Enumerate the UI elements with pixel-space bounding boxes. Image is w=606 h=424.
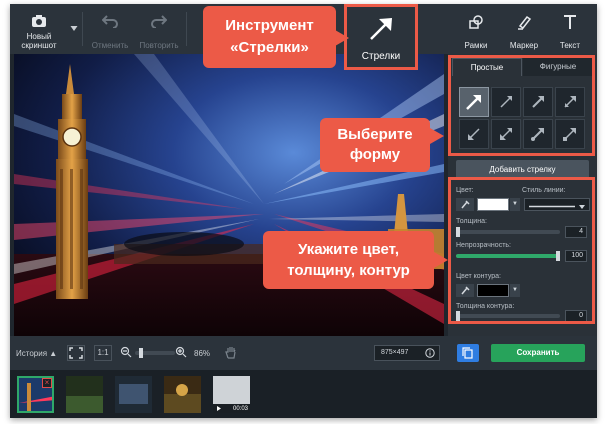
delete-thumb-icon[interactable]: ×	[42, 378, 52, 388]
toolbar-divider	[82, 12, 83, 46]
save-button[interactable]: Сохранить	[491, 344, 585, 362]
zoom-out-button[interactable]	[120, 346, 132, 360]
new-screenshot-button[interactable]: Новый скриншот	[10, 4, 68, 54]
thumb-image	[66, 376, 103, 413]
settings-highlight	[448, 177, 595, 324]
callout-tool-line1: Инструмент	[225, 17, 314, 34]
callout-settings-line2: толщину, контур	[287, 262, 410, 279]
history-thumb-1[interactable]: ×	[17, 376, 54, 413]
copy-button[interactable]	[457, 344, 479, 362]
callout-pointer	[430, 128, 444, 144]
screenshot-dropdown[interactable]	[68, 4, 80, 54]
arrow-tool-icon	[370, 18, 392, 40]
hand-icon	[225, 347, 236, 359]
history-thumb-4[interactable]	[164, 376, 201, 413]
copy-icon	[462, 347, 473, 359]
callout-set-settings: Укажите цвет, толщину, контур	[263, 231, 434, 289]
callout-arrows-tool: Инструмент «Стрелки»	[203, 6, 336, 68]
chevron-up-icon: ▲	[49, 349, 58, 358]
zoom-in-button[interactable]	[175, 346, 187, 360]
history-toggle[interactable]: История ▲	[16, 349, 57, 358]
history-strip: × 00:03	[10, 370, 597, 418]
marker-tool-button[interactable]: Маркер	[502, 4, 546, 54]
zoom-value: 86%	[194, 349, 211, 358]
text-label: Текст	[559, 41, 581, 50]
bottom-bar: История ▲ 1:1 86% 875×497 Сохранить	[10, 336, 597, 370]
callout-tool-line2: «Стрелки»	[230, 39, 309, 56]
callout-shape-line2: форму	[349, 146, 401, 163]
chevron-down-icon	[70, 26, 78, 31]
redo-button[interactable]: Повторить	[134, 4, 184, 54]
frames-tool-button[interactable]: Рамки	[456, 4, 496, 54]
hand-tool-button[interactable]	[224, 345, 242, 361]
history-label: История	[16, 349, 48, 358]
toolbar-divider	[186, 12, 187, 46]
actual-size-button[interactable]: 1:1	[94, 345, 112, 361]
shapes-icon	[469, 15, 483, 29]
frames-label: Рамки	[464, 41, 488, 50]
history-thumb-2[interactable]	[66, 376, 103, 413]
zoom-slider-knob[interactable]	[139, 348, 143, 358]
redo-icon	[151, 15, 167, 28]
zoom-out-icon	[120, 346, 132, 358]
text-icon	[564, 15, 576, 29]
history-thumb-3[interactable]	[115, 376, 152, 413]
image-size-value: 875×497	[381, 349, 409, 356]
callout-pointer	[335, 30, 349, 46]
camera-icon	[32, 15, 46, 27]
new-screenshot-label: Новый скриншот	[21, 32, 57, 50]
undo-label: Отменить	[91, 41, 129, 50]
thumb-image	[115, 376, 152, 413]
image-size-readout: 875×497	[374, 345, 440, 361]
zoom-slider[interactable]	[135, 348, 175, 358]
fit-screen-button[interactable]	[67, 345, 85, 361]
redo-label: Повторить	[139, 41, 179, 50]
callout-choose-shape: Выберите форму	[320, 118, 430, 172]
undo-icon	[102, 15, 118, 28]
undo-button[interactable]: Отменить	[86, 4, 134, 54]
video-duration: 00:03	[232, 406, 248, 412]
marker-label: Маркер	[509, 41, 539, 50]
callout-settings-line1: Укажите цвет,	[297, 241, 400, 258]
zoom-in-icon	[175, 346, 187, 358]
info-icon[interactable]	[425, 348, 435, 358]
fit-screen-icon	[69, 347, 83, 359]
history-thumb-5[interactable]: 00:03	[213, 376, 250, 413]
image-canvas[interactable]	[14, 54, 444, 336]
arrows-tool-button[interactable]: Стрелки	[344, 4, 418, 70]
marker-icon	[518, 15, 532, 30]
callout-pointer	[434, 252, 448, 268]
text-tool-button[interactable]: Текст	[550, 4, 590, 54]
thumb-image	[164, 376, 201, 413]
shape-grid-highlight	[448, 55, 595, 156]
callout-shape-line1: Выберите	[337, 126, 413, 143]
arrows-tool-label: Стрелки	[361, 51, 401, 62]
london-night-photo	[14, 54, 444, 336]
